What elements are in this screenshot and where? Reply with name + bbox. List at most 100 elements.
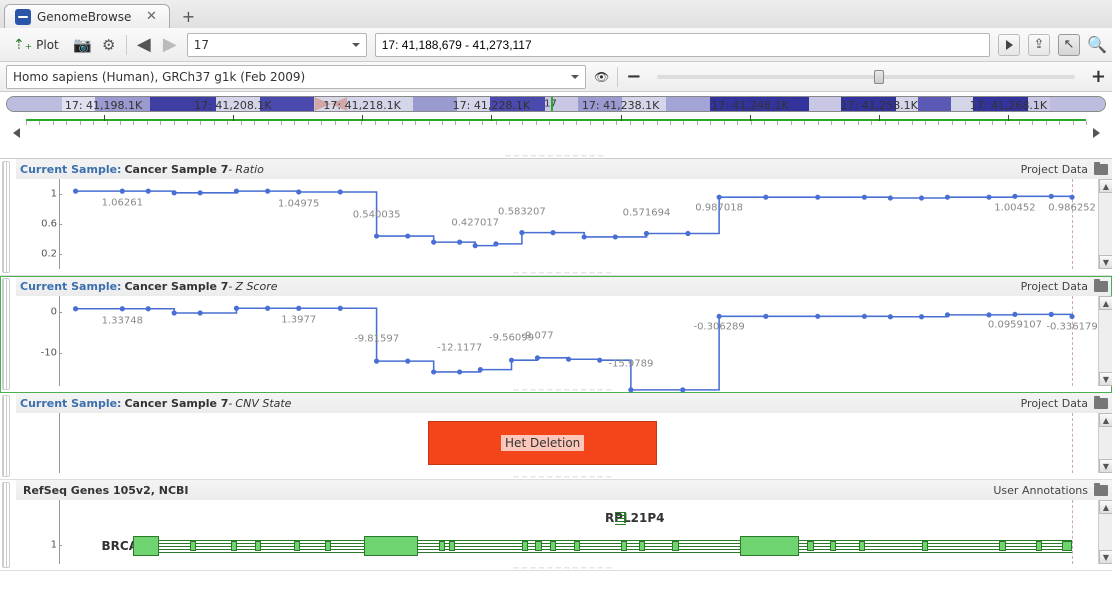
track-handle[interactable] <box>2 161 10 273</box>
scroll-down-icon[interactable]: ▼ <box>1099 550 1112 564</box>
scroll-up-icon[interactable]: ▲ <box>1099 179 1112 193</box>
track-header: Current Sample: Cancer Sample 7 - CNV St… <box>16 393 1112 413</box>
exon[interactable] <box>621 541 627 551</box>
track-cnv[interactable]: Current Sample: Cancer Sample 7 - CNV St… <box>0 393 1112 480</box>
eye-icon[interactable]: 👁 <box>594 70 609 84</box>
track-header: Current Sample: Cancer Sample 7 - RatioP… <box>16 159 1112 179</box>
exon[interactable] <box>574 541 580 551</box>
track-handle[interactable] <box>2 395 10 477</box>
exon[interactable] <box>255 541 261 551</box>
exon[interactable] <box>830 541 836 551</box>
exon[interactable] <box>364 536 418 556</box>
ideogram[interactable]: 17 <box>6 96 1106 112</box>
exon[interactable] <box>1036 541 1042 551</box>
species-select[interactable]: Homo sapiens (Human), GRCh37 g1k (Feb 20… <box>6 65 586 89</box>
cursor-tool-icon[interactable]: ↖ <box>1058 34 1080 56</box>
track-header: RefSeq Genes 105v2, NCBIUser Annotations <box>16 480 1112 500</box>
track-ratio[interactable]: Current Sample: Cancer Sample 7 - RatioP… <box>0 159 1112 276</box>
exon[interactable] <box>550 541 556 551</box>
folder-icon[interactable] <box>1094 398 1108 409</box>
cnv-state-box[interactable]: Het Deletion <box>428 421 656 465</box>
gene-BRCA1[interactable]: BRCA1 <box>60 532 1098 560</box>
exon[interactable] <box>522 541 528 551</box>
track-genes[interactable]: RefSeq Genes 105v2, NCBIUser Annotations… <box>0 480 1112 571</box>
new-tab-button[interactable]: + <box>176 4 200 28</box>
track-scrollbar[interactable]: ▲▼ <box>1098 413 1112 473</box>
exon[interactable] <box>325 541 331 551</box>
exon[interactable] <box>439 541 445 551</box>
exon[interactable] <box>294 541 300 551</box>
zoom-out-icon[interactable]: − <box>626 66 641 87</box>
species-toolbar: Homo sapiens (Human), GRCh37 g1k (Feb 20… <box>0 62 1112 92</box>
track-body[interactable]: ▲▼10.60.21.062611.049750.5400350.4270170… <box>16 179 1112 269</box>
ruler[interactable]: 17: 41,198.1K17: 41,208.1K17: 41,218.1K1… <box>26 119 1086 153</box>
track-body[interactable]: ▲▼Het Deletion <box>16 413 1112 473</box>
track-handle[interactable] <box>2 278 10 390</box>
zoom-in-icon[interactable]: + <box>1091 66 1106 87</box>
ruler-row: 17: 41,198.1K17: 41,208.1K17: 41,218.1K1… <box>0 116 1112 152</box>
camera-icon[interactable]: 📷 <box>74 36 92 54</box>
plot-area[interactable]: 1.062611.049750.5400350.4270170.5832070.… <box>60 179 1098 269</box>
scroll-up-icon[interactable]: ▲ <box>1099 413 1112 427</box>
exon[interactable] <box>740 536 799 556</box>
gear-icon[interactable]: ⚙ <box>100 36 118 54</box>
track-prefix: Current Sample: <box>20 280 121 293</box>
track-metric: Ratio <box>235 163 263 176</box>
nav-back-icon[interactable]: ◀ <box>135 36 153 54</box>
exon[interactable] <box>190 541 196 551</box>
zoom-slider[interactable] <box>657 75 1075 79</box>
track-scrollbar[interactable]: ▲▼ <box>1098 500 1112 564</box>
exon[interactable] <box>807 541 813 551</box>
track-right-label: Project Data <box>1021 163 1088 176</box>
scroll-up-icon[interactable]: ▲ <box>1099 296 1112 310</box>
track-scrollbar[interactable]: ▲▼ <box>1098 179 1112 269</box>
track-body[interactable]: ▲▼0-101.337481.3977-9.81597-12.1177-9.56… <box>16 296 1112 386</box>
close-tab-icon[interactable]: ✕ <box>143 9 159 25</box>
plot-area[interactable]: Het Deletion <box>60 413 1098 473</box>
track-title: RefSeq Genes 105v2, NCBI <box>23 484 189 497</box>
plot-area[interactable]: 1.337481.3977-9.81597-12.1177-9.56099-9.… <box>60 296 1098 386</box>
exon[interactable] <box>1062 541 1072 551</box>
track-scrollbar[interactable]: ▲▼ <box>1098 296 1112 386</box>
track-body[interactable]: ▲▼1RPL21P4BRCA1 <box>16 500 1112 564</box>
scroll-down-icon[interactable]: ▼ <box>1099 255 1112 269</box>
exon[interactable] <box>231 541 237 551</box>
plot-button[interactable]: ⇡₊ Plot <box>6 34 66 56</box>
folder-icon[interactable] <box>1094 281 1108 292</box>
scroll-left-icon[interactable] <box>6 127 26 141</box>
scroll-up-icon[interactable]: ▲ <box>1099 500 1112 514</box>
ruler-tick-label: 17: 41,268.1K <box>970 99 1047 112</box>
chromosome-select[interactable]: 17 <box>187 33 367 57</box>
exon[interactable] <box>922 541 928 551</box>
tab-genomebrowse[interactable]: GenomeBrowse ✕ <box>4 4 170 28</box>
exon[interactable] <box>535 541 541 551</box>
export-icon[interactable]: ⇪ <box>1028 34 1050 56</box>
gene-plot[interactable]: RPL21P4BRCA1 <box>60 500 1098 564</box>
tracks-panel: Current Sample: Cancer Sample 7 - RatioP… <box>0 158 1112 602</box>
exon[interactable] <box>639 541 645 551</box>
track-divider[interactable]: ┄┄┄┄┄┄┄┄┄┄┄┄ <box>16 473 1112 479</box>
exon[interactable] <box>859 541 865 551</box>
folder-icon[interactable] <box>1094 164 1108 175</box>
zoom-handle[interactable] <box>874 70 884 84</box>
exon[interactable] <box>133 536 159 556</box>
exon[interactable] <box>672 541 678 551</box>
go-button[interactable] <box>998 34 1020 56</box>
ruler-tick-label: 17: 41,248.1K <box>711 99 788 112</box>
track-zscore[interactable]: Current Sample: Cancer Sample 7 - Z Scor… <box>0 276 1112 393</box>
track-prefix: Current Sample: <box>20 397 121 410</box>
scroll-down-icon[interactable]: ▼ <box>1099 372 1112 386</box>
location-input[interactable] <box>375 33 990 57</box>
folder-icon[interactable] <box>1094 485 1108 496</box>
nav-forward-icon[interactable]: ▶ <box>161 36 179 54</box>
exon[interactable] <box>449 541 455 551</box>
ruler-tick-label: 17: 41,228.1K <box>453 99 530 112</box>
track-handle[interactable] <box>2 482 10 568</box>
chromosome-value: 17 <box>194 38 209 52</box>
track-divider[interactable]: ┄┄┄┄┄┄┄┄┄┄┄┄ <box>16 564 1112 570</box>
scroll-right-icon[interactable] <box>1086 127 1106 141</box>
gene-RPL21P4[interactable]: RPL21P4 <box>60 504 1098 532</box>
scroll-down-icon[interactable]: ▼ <box>1099 459 1112 473</box>
exon[interactable] <box>999 541 1005 551</box>
search-icon[interactable]: 🔍 <box>1088 36 1106 54</box>
